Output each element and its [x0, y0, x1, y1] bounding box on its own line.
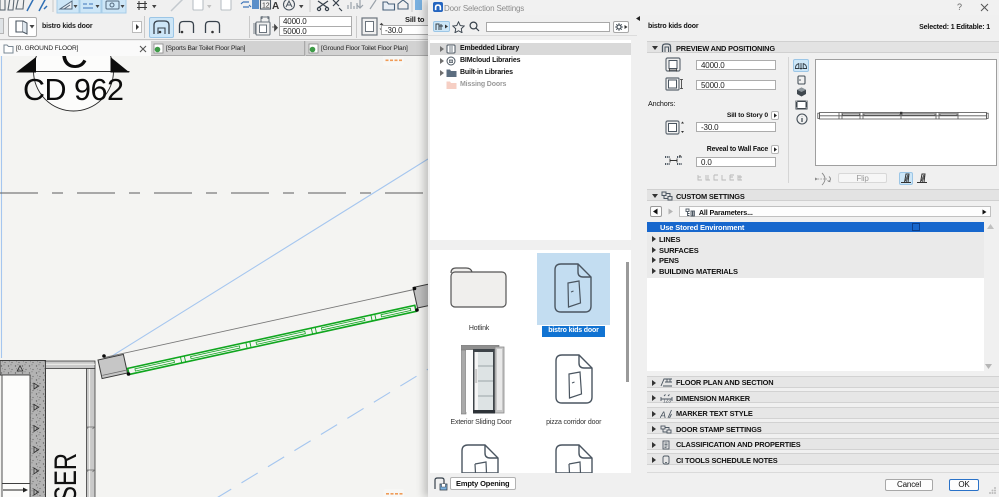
svg-text:123: 123	[663, 398, 671, 403]
svg-text:A: A	[660, 410, 666, 419]
svg-text:12: 12	[262, 3, 270, 10]
svg-text:A: A	[272, 1, 279, 12]
svg-text:SER: SER	[48, 453, 83, 497]
svg-text:CD 962: CD 962	[23, 73, 123, 107]
